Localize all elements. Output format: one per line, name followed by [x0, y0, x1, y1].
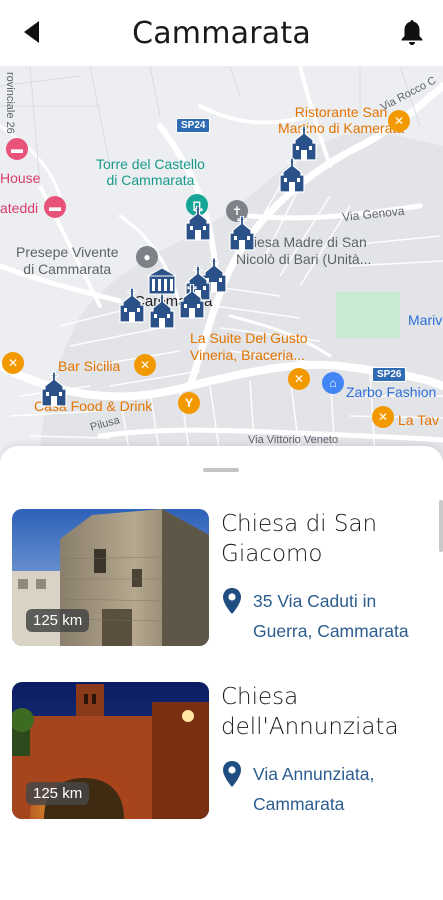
- restaurant-icon[interactable]: ✕: [388, 110, 410, 132]
- poi-label-mari: Mariv: [408, 312, 443, 328]
- scrollbar[interactable]: [439, 500, 443, 552]
- notifications-button[interactable]: [399, 18, 425, 46]
- hotel-icon[interactable]: ▬: [44, 196, 66, 218]
- sheet-drag-handle[interactable]: [203, 468, 239, 472]
- church-pin-icon[interactable]: [178, 284, 206, 320]
- poi-label-suite: La Suite Del Gusto Vineria, Braceria...: [190, 330, 308, 363]
- restaurant-icon[interactable]: ✕: [2, 352, 24, 374]
- church-pin-icon[interactable]: [148, 294, 176, 330]
- shopping-icon[interactable]: ⌂: [322, 372, 344, 394]
- restaurant-icon[interactable]: ✕: [134, 354, 156, 376]
- place-card[interactable]: 125 km Chiesa dell'Annunziata Via Annunz…: [12, 682, 432, 822]
- restaurant-icon[interactable]: ✕: [372, 406, 394, 428]
- church-pin-icon[interactable]: [118, 288, 146, 324]
- back-arrow-icon: [24, 21, 39, 43]
- restaurant-icon[interactable]: ✕: [288, 368, 310, 390]
- place-address-text: 35 Via Caduti in Guerra, Cammarata: [253, 591, 409, 641]
- distance-badge: 125 km: [26, 782, 90, 805]
- bar-icon[interactable]: Y: [178, 392, 200, 414]
- poi-label-la-tav: La Tav: [398, 412, 439, 428]
- church-pin-icon[interactable]: [40, 372, 68, 408]
- place-card[interactable]: 125 km Chiesa di San Giacomo 35 Via Cadu…: [12, 509, 432, 649]
- places-bottom-sheet[interactable]: 125 km Chiesa di San Giacomo 35 Via Cadu…: [0, 446, 443, 900]
- hotel-icon[interactable]: ▬: [6, 138, 28, 160]
- place-address-text: Via Annunziata, Cammarata: [253, 764, 375, 814]
- place-name: Chiesa di San Giacomo: [221, 511, 378, 567]
- poi-label-zarbo: Zarbo Fashion: [346, 384, 437, 400]
- map-view[interactable]: rovinciale 26 Via Rocco C SP24 SP26 Rist…: [0, 66, 443, 460]
- page-title: Cammarata: [132, 15, 311, 51]
- road-shield: SP26: [372, 367, 407, 382]
- church-pin-icon[interactable]: [290, 126, 318, 162]
- place-address[interactable]: 35 Via Caduti in Guerra, Cammarata: [221, 586, 426, 646]
- church-pin-icon[interactable]: [278, 158, 306, 194]
- church-pin-icon[interactable]: [228, 216, 256, 252]
- poi-label-presepe: Presepe Vivente di Cammarata: [16, 244, 119, 277]
- distance-badge: 125 km: [26, 609, 90, 632]
- museum-pin-icon[interactable]: [146, 266, 178, 296]
- poi-label-chiesa-madre: Chiesa Madre di San Nicolò di Bari (Unit…: [236, 234, 372, 267]
- back-button[interactable]: [20, 20, 44, 44]
- place-name: Chiesa dell'Annunziata: [221, 684, 399, 740]
- location-pin-icon: [221, 586, 245, 616]
- place-photo: 125 km: [12, 682, 209, 819]
- road-shield: SP24: [176, 118, 211, 133]
- place-address[interactable]: Via Annunziata, Cammarata: [221, 759, 426, 819]
- poi-label-torre: Torre del Castello di Cammarata: [96, 156, 205, 188]
- place-photo: 125 km: [12, 509, 209, 646]
- poi-label-teddi: ateddi: [0, 200, 39, 216]
- road-label: rovinciale 26: [4, 72, 16, 134]
- bell-icon: [401, 20, 423, 45]
- app-header: Cammarata: [0, 0, 443, 66]
- location-pin-icon: [221, 759, 245, 789]
- church-pin-icon[interactable]: [184, 206, 212, 242]
- place-icon[interactable]: ●: [136, 246, 158, 268]
- poi-label-house: House: [0, 170, 41, 186]
